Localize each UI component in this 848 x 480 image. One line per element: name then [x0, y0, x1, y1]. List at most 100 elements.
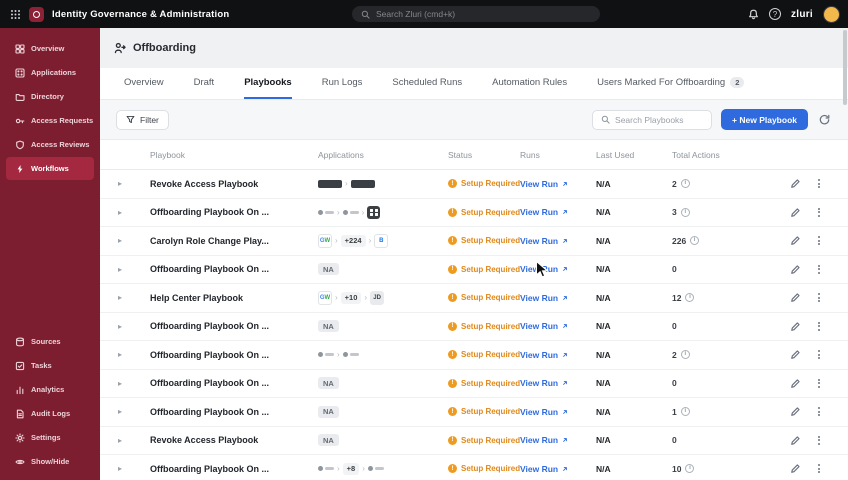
expand-chevron-icon[interactable]: ▸	[100, 464, 134, 473]
view-run-link[interactable]: View Run	[520, 236, 596, 246]
edit-button[interactable]	[790, 292, 801, 303]
sidebar-item-overview[interactable]: Overview	[6, 37, 94, 60]
tab-automation-rules[interactable]: Automation Rules	[492, 68, 567, 99]
edit-button[interactable]	[790, 321, 801, 332]
edit-button[interactable]	[790, 349, 801, 360]
expand-chevron-icon[interactable]: ▸	[100, 179, 134, 188]
tab-draft[interactable]: Draft	[194, 68, 215, 99]
global-search[interactable]: Search Zluri (cmd+k)	[352, 6, 600, 22]
more-button[interactable]	[818, 236, 820, 246]
status-label: Setup Required	[461, 264, 521, 274]
help-icon[interactable]: ?	[768, 8, 781, 20]
more-button[interactable]	[818, 293, 820, 303]
more-button[interactable]	[818, 321, 820, 331]
applications-cell: ›	[318, 179, 448, 188]
tab-bar: Overview Draft Playbooks Run Logs Schedu…	[100, 68, 848, 100]
edit-button[interactable]	[790, 463, 801, 474]
scrollbar-thumb[interactable]	[843, 30, 847, 105]
sidebar-item-show-hide[interactable]: Show/Hide	[6, 450, 94, 473]
sidebar-item-audit-logs[interactable]: Audit Logs	[6, 402, 94, 425]
sidebar-item-access-requests[interactable]: Access Requests	[6, 109, 94, 132]
tab-run-logs[interactable]: Run Logs	[322, 68, 363, 99]
total-actions: 2i	[672, 179, 782, 189]
avatar[interactable]	[823, 5, 840, 23]
edit-button[interactable]	[790, 378, 801, 389]
table-row[interactable]: ▸ Offboarding Playbook On ... ›! Setup Requ…	[100, 341, 848, 370]
search-icon	[601, 115, 610, 124]
expand-chevron-icon[interactable]: ▸	[100, 322, 134, 331]
status-badge: ! Setup Required	[448, 321, 520, 331]
view-run-link[interactable]: View Run	[520, 464, 596, 474]
edit-button[interactable]	[790, 235, 801, 246]
tab-scheduled-runs[interactable]: Scheduled Runs	[392, 68, 462, 99]
more-button[interactable]	[818, 464, 820, 474]
arrow-icon: ›	[361, 207, 365, 217]
view-run-link[interactable]: View Run	[520, 264, 596, 274]
scrollbar[interactable]	[843, 30, 847, 478]
more-button[interactable]	[818, 350, 820, 360]
new-playbook-button[interactable]: + New Playbook	[721, 109, 808, 130]
more-button[interactable]	[818, 378, 820, 388]
arrow-icon: ›	[337, 350, 340, 360]
last-used-value: N/A	[596, 349, 611, 360]
expand-chevron-icon[interactable]: ▸	[100, 407, 134, 416]
more-button[interactable]	[818, 264, 820, 274]
more-button[interactable]	[818, 179, 820, 189]
playbook-search[interactable]	[592, 109, 713, 130]
edit-button[interactable]	[790, 207, 801, 218]
edit-button[interactable]	[790, 178, 801, 189]
view-run-link[interactable]: View Run	[520, 435, 596, 445]
more-button[interactable]	[818, 435, 820, 445]
view-run-link[interactable]: View Run	[520, 293, 596, 303]
sidebar-item-tasks[interactable]: Tasks	[6, 354, 94, 377]
expand-chevron-icon[interactable]: ▸	[100, 236, 134, 245]
table-row[interactable]: ▸ Offboarding Playbook On ... NA! Setup Req…	[100, 369, 848, 398]
sidebar-item-directory[interactable]: Directory	[6, 85, 94, 108]
view-run-link[interactable]: View Run	[520, 207, 596, 217]
view-run-link[interactable]: View Run	[520, 179, 596, 189]
sidebar-item-applications[interactable]: Applications	[6, 61, 94, 84]
sidebar-item-analytics[interactable]: Analytics	[6, 378, 94, 401]
filter-button[interactable]: Filter	[116, 109, 169, 130]
edit-button[interactable]	[790, 264, 801, 275]
tab-users-marked-for-offboarding[interactable]: Users Marked For Offboarding 2	[597, 68, 745, 99]
view-run-link[interactable]: View Run	[520, 378, 596, 388]
table-row[interactable]: ▸ Carolyn Role Change Play... G W › +224 › B! Se…	[100, 227, 848, 256]
edit-button[interactable]	[790, 406, 801, 417]
sidebar-item-settings[interactable]: Settings	[6, 426, 94, 449]
tab-label: Automation Rules	[492, 77, 568, 88]
more-button[interactable]	[818, 207, 820, 217]
table-row[interactable]: ▸ Offboarding Playbook On ... NA! Setup Req…	[100, 398, 848, 427]
more-button[interactable]	[818, 407, 820, 417]
table-row[interactable]: ▸ Offboarding Playbook On ... › +8 ›! Setup R…	[100, 455, 848, 480]
playbook-search-input[interactable]	[615, 114, 704, 125]
table-row[interactable]: ▸ Revoke Access Playbook ›! Setup Required V…	[100, 170, 848, 199]
tab-playbooks[interactable]: Playbooks	[244, 68, 292, 99]
refresh-button[interactable]	[817, 112, 832, 127]
table-row[interactable]: ▸ Offboarding Playbook On ... › ›! Setup Req…	[100, 198, 848, 227]
content-card: Overview Draft Playbooks Run Logs Schedu…	[100, 68, 848, 480]
view-run-link[interactable]: View Run	[520, 321, 596, 331]
expand-chevron-icon[interactable]: ▸	[100, 379, 134, 388]
expand-chevron-icon[interactable]: ▸	[100, 350, 134, 359]
info-icon: i	[685, 293, 695, 303]
notifications-icon[interactable]	[748, 9, 759, 20]
table-row[interactable]: ▸ Offboarding Playbook On ... NA! Setup Req…	[100, 255, 848, 284]
sidebar-item-sources[interactable]: Sources	[6, 330, 94, 353]
view-run-link[interactable]: View Run	[520, 407, 596, 417]
main-content: Offboarding Overview Draft Playbooks Run…	[100, 28, 848, 480]
info-icon: i	[680, 207, 690, 217]
sidebar-item-access-reviews[interactable]: Access Reviews	[6, 133, 94, 156]
app-launcher-icon[interactable]	[10, 9, 21, 20]
sidebar-item-workflows[interactable]: Workflows	[6, 157, 94, 180]
expand-chevron-icon[interactable]: ▸	[100, 265, 134, 274]
expand-chevron-icon[interactable]: ▸	[100, 208, 134, 217]
table-row[interactable]: ▸ Revoke Access Playbook NA! Setup Required…	[100, 426, 848, 455]
table-row[interactable]: ▸ Help Center Playbook G W › +10 › JD! Setup Req…	[100, 284, 848, 313]
expand-chevron-icon[interactable]: ▸	[100, 436, 134, 445]
edit-button[interactable]	[790, 435, 801, 446]
expand-chevron-icon[interactable]: ▸	[100, 293, 134, 302]
table-row[interactable]: ▸ Offboarding Playbook On ... NA! Setup Req…	[100, 312, 848, 341]
tab-overview[interactable]: Overview	[124, 68, 164, 99]
view-run-link[interactable]: View Run	[520, 350, 596, 360]
